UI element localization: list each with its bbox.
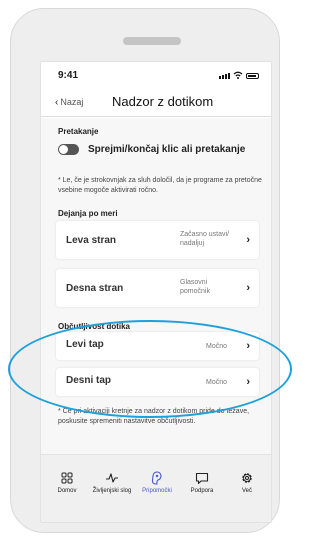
chevron-right-icon: › <box>246 234 250 246</box>
tab-vec[interactable]: Več <box>224 470 270 494</box>
screen: 9:41 ‹ Nazaj Nadzor z dotikom Pretakanje… <box>40 61 272 523</box>
back-button[interactable]: ‹ Nazaj <box>55 97 83 107</box>
chat-bubble-icon <box>195 472 209 484</box>
grid-icon <box>61 472 73 484</box>
right-side-value: Glasovni pomočnik <box>180 279 210 295</box>
section-label-custom-actions: Dejanja po meri <box>58 209 118 218</box>
right-side-label: Desna stran <box>66 283 124 294</box>
tab-bar: Domov Življenjski slog Pripomočki Podpor… <box>41 454 271 522</box>
gear-icon <box>242 473 252 483</box>
tab-podpora[interactable]: Podpora <box>179 470 225 494</box>
left-side-value: Začasno ustavi/ nadaljuj <box>180 231 230 247</box>
streaming-toggle-row[interactable]: Sprejmi/končaj klic ali pretakanje <box>58 144 245 155</box>
nav-header: ‹ Nazaj Nadzor z dotikom <box>41 89 271 117</box>
status-time: 9:41 <box>58 70 79 81</box>
tab-label: Pripomočki <box>142 488 172 494</box>
sensitivity-highlight-ring <box>8 320 292 418</box>
left-side-action-row[interactable]: Leva stran Začasno ustavi/ nadaljuj › <box>56 221 259 259</box>
tab-label: Domov <box>57 488 77 494</box>
left-side-label: Leva stran <box>66 235 117 246</box>
activity-icon <box>106 473 118 483</box>
wifi-icon <box>233 71 243 79</box>
back-label: Nazaj <box>60 97 84 107</box>
streaming-note: * Le, če je strokovnjak za sluh določil,… <box>58 177 262 194</box>
tab-label: Življenjski slog <box>92 488 132 494</box>
tab-zivljenjski-slog[interactable]: Življenjski slog <box>89 470 135 494</box>
tab-label: Podpora <box>190 488 214 494</box>
battery-icon <box>246 73 259 79</box>
signal-icon <box>219 73 230 79</box>
status-icons <box>219 71 259 79</box>
hearing-aid-icon <box>151 471 162 485</box>
right-side-action-row[interactable]: Desna stran Glasovni pomočnik › <box>56 269 259 307</box>
page-title: Nadzor z dotikom <box>112 94 214 109</box>
tab-domov[interactable]: Domov <box>44 470 90 494</box>
chevron-right-icon: › <box>246 282 250 294</box>
tab-label: Več <box>241 488 252 494</box>
status-bar: 9:41 <box>41 62 271 86</box>
phone-frame: 9:41 ‹ Nazaj Nadzor z dotikom Pretakanje… <box>10 8 280 533</box>
tab-pripomocki[interactable]: Pripomočki <box>134 470 180 494</box>
section-label-streaming: Pretakanje <box>58 127 99 136</box>
phone-speaker <box>123 37 181 45</box>
streaming-toggle-label: Sprejmi/končaj klic ali pretakanje <box>88 144 246 155</box>
streaming-toggle[interactable] <box>58 144 79 155</box>
chevron-left-icon: ‹ <box>55 96 59 108</box>
